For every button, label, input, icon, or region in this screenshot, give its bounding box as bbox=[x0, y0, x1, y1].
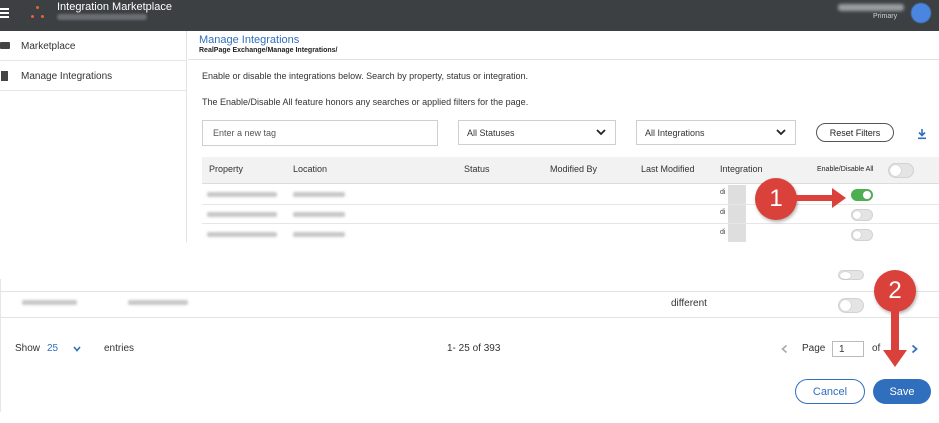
toggle-knob bbox=[840, 300, 851, 311]
cancel-button[interactable]: Cancel bbox=[795, 379, 865, 404]
sidebar-item-label: Marketplace bbox=[21, 41, 76, 52]
column-header-status[interactable]: Status bbox=[464, 164, 490, 174]
property-redacted bbox=[207, 212, 277, 217]
description-text: Enable or disable the integrations below… bbox=[202, 71, 529, 81]
location-redacted bbox=[293, 232, 345, 237]
building-icon bbox=[1, 71, 8, 81]
status-select[interactable]: All Statuses bbox=[458, 120, 616, 145]
chevron-down-icon bbox=[596, 129, 606, 136]
integration-toggle-disabled[interactable] bbox=[851, 229, 873, 241]
integration-cell: di bbox=[720, 229, 726, 236]
toggle-knob bbox=[840, 272, 851, 279]
callout-badge-1: 1 bbox=[755, 178, 797, 220]
property-redacted bbox=[22, 300, 77, 305]
integration-select[interactable]: All Integrations bbox=[636, 120, 796, 145]
callout-arrow-down-icon bbox=[883, 310, 907, 367]
chevron-left-icon[interactable] bbox=[780, 344, 789, 354]
app-subtitle-redacted bbox=[57, 14, 147, 20]
toggle-knob bbox=[853, 211, 861, 219]
save-button[interactable]: Save bbox=[873, 379, 931, 404]
show-label: Show bbox=[15, 343, 41, 354]
download-icon[interactable] bbox=[917, 128, 927, 140]
integration-column-redacted bbox=[728, 185, 746, 242]
location-redacted bbox=[293, 192, 345, 197]
user-role: Primary bbox=[873, 13, 898, 20]
chevron-right-icon[interactable] bbox=[910, 344, 919, 354]
hamburger-menu-icon[interactable] bbox=[0, 6, 12, 18]
toggle-knob bbox=[853, 231, 861, 239]
sidebar: Marketplace Manage Integrations bbox=[0, 31, 187, 242]
integration-cell: different bbox=[671, 298, 707, 309]
sidebar-item-marketplace[interactable]: Marketplace bbox=[0, 31, 187, 61]
app-title: Integration Marketplace bbox=[57, 1, 172, 13]
column-header-property[interactable]: Property bbox=[209, 164, 243, 174]
location-redacted bbox=[293, 212, 345, 217]
page-label: Page bbox=[802, 343, 826, 354]
row-divider bbox=[0, 317, 939, 318]
app-logo-icon bbox=[30, 6, 46, 20]
user-avatar[interactable] bbox=[911, 3, 931, 23]
page-title[interactable]: Manage Integrations bbox=[199, 34, 299, 46]
breadcrumb: RealPage Exchange/Manage Integrations/ bbox=[199, 47, 338, 54]
user-name-redacted bbox=[838, 4, 904, 11]
integration-toggle-disabled[interactable] bbox=[838, 298, 864, 313]
page-of-label: of bbox=[872, 343, 881, 354]
row-divider bbox=[202, 223, 939, 224]
table-header: Property Location Status Modified By Las… bbox=[202, 157, 939, 184]
location-redacted bbox=[128, 300, 188, 305]
toggle-knob bbox=[863, 191, 871, 199]
enable-disable-all-label: Enable/Disable All bbox=[817, 166, 874, 173]
page-size-select[interactable]: 25 bbox=[47, 343, 58, 354]
status-select-value: All Statuses bbox=[467, 128, 515, 138]
pagination-range: 1- 25 of 393 bbox=[447, 343, 501, 354]
integration-cell: di bbox=[720, 189, 726, 196]
toggle-knob bbox=[890, 165, 901, 176]
column-header-location[interactable]: Location bbox=[293, 164, 327, 174]
property-redacted bbox=[207, 232, 277, 237]
sidebar-item-label: Manage Integrations bbox=[21, 71, 113, 82]
description-text-filters: The Enable/Disable All feature honors an… bbox=[202, 97, 529, 107]
column-header-modified-by[interactable]: Modified By bbox=[550, 164, 597, 174]
chevron-down-icon[interactable] bbox=[72, 345, 82, 353]
sidebar-item-manage-integrations[interactable]: Manage Integrations bbox=[0, 61, 187, 91]
entries-label: entries bbox=[104, 343, 135, 354]
integration-toggle-disabled[interactable] bbox=[851, 209, 873, 221]
integration-select-value: All Integrations bbox=[645, 128, 705, 138]
enable-disable-all-toggle[interactable] bbox=[888, 163, 914, 178]
integration-toggle-partial[interactable] bbox=[838, 270, 864, 280]
integration-cell: di bbox=[720, 209, 726, 216]
row-divider bbox=[0, 291, 939, 292]
reset-filters-button[interactable]: Reset Filters bbox=[816, 123, 894, 142]
store-icon bbox=[0, 42, 10, 49]
content-left-border bbox=[0, 279, 1, 412]
header-divider bbox=[188, 59, 939, 60]
column-header-last-modified[interactable]: Last Modified bbox=[641, 164, 695, 174]
callout-arrow-right-icon bbox=[796, 188, 846, 208]
page-number-input[interactable] bbox=[832, 341, 864, 357]
top-bar: Integration Marketplace Primary bbox=[0, 0, 939, 31]
callout-badge-2: 2 bbox=[874, 270, 916, 312]
tag-input[interactable] bbox=[202, 120, 438, 146]
integration-toggle-enabled[interactable] bbox=[851, 189, 873, 201]
chevron-down-icon bbox=[776, 129, 786, 136]
column-header-integration[interactable]: Integration bbox=[720, 164, 763, 174]
property-redacted bbox=[207, 192, 277, 197]
